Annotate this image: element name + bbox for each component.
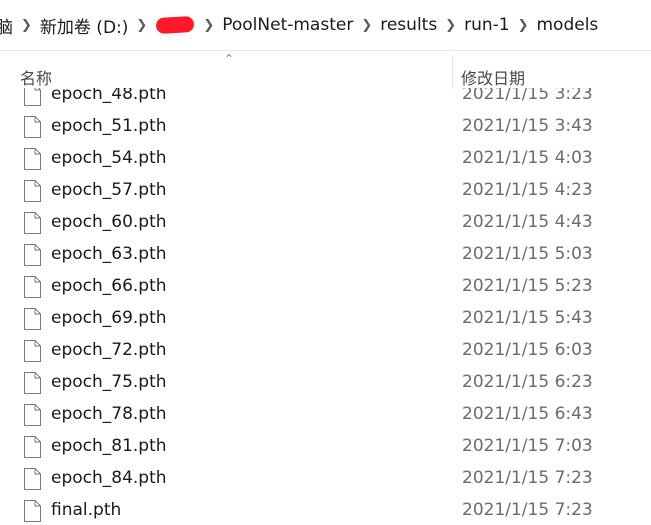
file-name: epoch_51.pth (51, 116, 167, 136)
file-icon (24, 372, 41, 394)
breadcrumb-item-models[interactable]: models (532, 15, 604, 35)
file-icon (24, 436, 41, 458)
file-date-modified: 2021/1/15 6:43 (462, 404, 593, 424)
file-date-modified: 2021/1/15 5:03 (462, 244, 593, 264)
file-icon (24, 340, 41, 362)
file-name: epoch_60.pth (51, 212, 167, 232)
file-list: epoch_48.pth 2021/1/15 3:23 epoch_51.pth 20… (0, 88, 651, 525)
breadcrumb-item-poolnet-master[interactable]: PoolNet-master (217, 15, 358, 35)
file-date-modified: 2021/1/15 5:23 (462, 276, 593, 296)
chevron-right-icon[interactable]: ❯ (515, 18, 532, 33)
file-icon (24, 500, 41, 522)
file-name: epoch_75.pth (51, 372, 167, 392)
file-row[interactable]: epoch_72.pth 2021/1/15 6:03 (0, 334, 651, 366)
breadcrumb-item-drive-d[interactable]: 新加卷 (D:) (35, 13, 134, 38)
file-date-modified: 2021/1/15 3:23 (462, 88, 593, 104)
sort-ascending-icon: ⌃ (224, 52, 235, 66)
file-date-modified: 2021/1/15 7:23 (462, 500, 593, 520)
file-name: epoch_72.pth (51, 340, 167, 360)
file-icon (24, 276, 41, 298)
file-icon (24, 88, 41, 106)
redacted-folder-marker[interactable] (155, 16, 195, 34)
breadcrumb-item-this-pc[interactable]: 脑 (0, 13, 18, 38)
file-name: epoch_78.pth (51, 404, 167, 424)
chevron-right-icon[interactable]: ❯ (133, 18, 150, 33)
file-date-modified: 2021/1/15 4:03 (462, 148, 593, 168)
file-name: epoch_84.pth (51, 468, 167, 488)
file-icon (24, 308, 41, 330)
file-date-modified: 2021/1/15 7:03 (462, 436, 593, 456)
file-name: epoch_54.pth (51, 148, 167, 168)
file-row[interactable]: epoch_75.pth 2021/1/15 6:23 (0, 366, 651, 398)
file-name: epoch_63.pth (51, 244, 167, 264)
breadcrumb: 脑 ❯ 新加卷 (D:) ❯ ❯ PoolNet-master ❯ result… (0, 0, 651, 51)
file-name: epoch_81.pth (51, 436, 167, 456)
file-date-modified: 2021/1/15 4:23 (462, 180, 593, 200)
file-name: final.pth (51, 500, 122, 520)
file-icon (24, 244, 41, 266)
file-row[interactable]: epoch_69.pth 2021/1/15 5:43 (0, 302, 651, 334)
file-name: epoch_66.pth (51, 276, 167, 296)
file-icon (24, 212, 41, 234)
file-date-modified: 2021/1/15 6:23 (462, 372, 593, 392)
column-header-name[interactable]: 名称 (20, 65, 52, 89)
chevron-right-icon[interactable]: ❯ (200, 18, 217, 33)
file-row[interactable]: epoch_48.pth 2021/1/15 3:23 (0, 88, 651, 110)
file-row[interactable]: epoch_63.pth 2021/1/15 5:03 (0, 238, 651, 270)
file-row[interactable]: epoch_78.pth 2021/1/15 6:43 (0, 398, 651, 430)
file-icon (24, 116, 41, 138)
file-date-modified: 2021/1/15 6:03 (462, 340, 593, 360)
file-row[interactable]: epoch_57.pth 2021/1/15 4:23 (0, 174, 651, 206)
file-date-modified: 2021/1/15 3:43 (462, 116, 593, 136)
chevron-right-icon[interactable]: ❯ (358, 18, 375, 33)
chevron-right-icon[interactable]: ❯ (442, 18, 459, 33)
file-name: epoch_57.pth (51, 180, 167, 200)
file-date-modified: 2021/1/15 4:43 (462, 212, 593, 232)
file-row[interactable]: epoch_66.pth 2021/1/15 5:23 (0, 270, 651, 302)
file-row[interactable]: epoch_84.pth 2021/1/15 7:23 (0, 462, 651, 494)
file-row[interactable]: final.pth 2021/1/15 7:23 (0, 494, 651, 525)
column-header-date-modified[interactable]: 修改日期 (461, 65, 525, 89)
file-row[interactable]: epoch_51.pth 2021/1/15 3:43 (0, 110, 651, 142)
file-icon (24, 148, 41, 170)
file-icon (24, 404, 41, 426)
file-date-modified: 2021/1/15 5:43 (462, 308, 593, 328)
file-icon (24, 468, 41, 490)
file-row[interactable]: epoch_60.pth 2021/1/15 4:43 (0, 206, 651, 238)
file-name: epoch_69.pth (51, 308, 167, 328)
file-date-modified: 2021/1/15 7:23 (462, 468, 593, 488)
breadcrumb-item-run-1[interactable]: run-1 (459, 15, 515, 35)
file-row[interactable]: epoch_81.pth 2021/1/15 7:03 (0, 430, 651, 462)
chevron-right-icon[interactable]: ❯ (18, 18, 35, 33)
breadcrumb-item-results[interactable]: results (375, 15, 442, 35)
file-name: epoch_48.pth (51, 88, 167, 104)
file-row[interactable]: epoch_54.pth 2021/1/15 4:03 (0, 142, 651, 174)
column-divider[interactable] (452, 55, 453, 89)
file-icon (24, 180, 41, 202)
column-header-bar: 名称 ⌃ 修改日期 (0, 51, 651, 93)
